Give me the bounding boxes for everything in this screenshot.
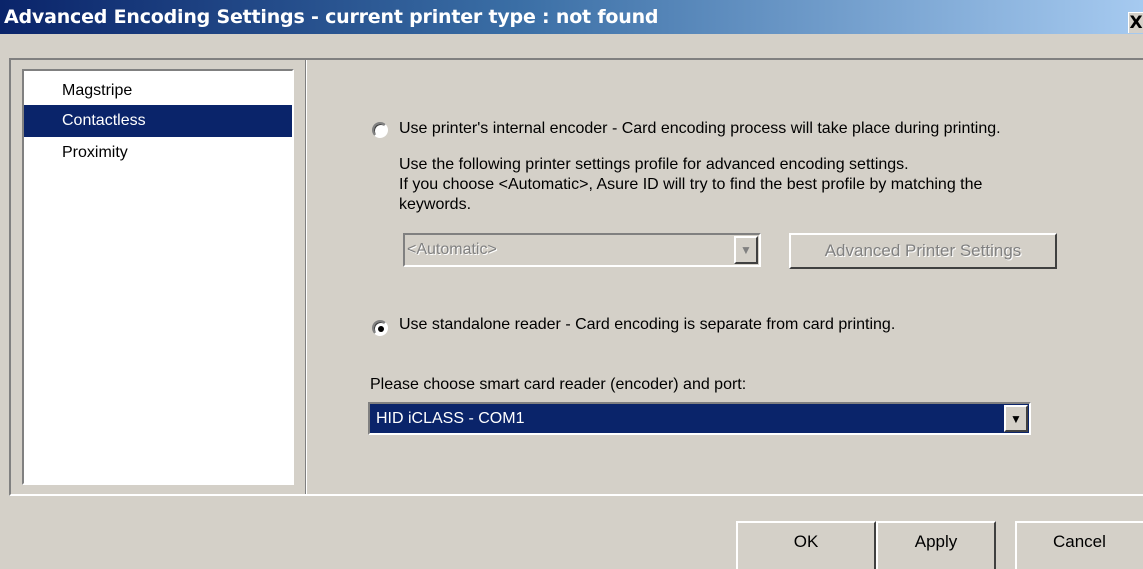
- cancel-button[interactable]: Cancel: [1015, 521, 1143, 569]
- window-title: Advanced Encoding Settings - current pri…: [4, 6, 659, 28]
- sidebar-item-magstripe[interactable]: Magstripe: [24, 75, 292, 107]
- printer-profile-value: <Automatic>: [407, 241, 497, 258]
- panel-divider: [305, 60, 307, 494]
- profile-description-line1: Use the following printer settings profi…: [399, 156, 909, 173]
- standalone-reader-label[interactable]: Use standalone reader - Card encoding is…: [399, 316, 895, 334]
- sidebar-item-label: Contactless: [62, 112, 146, 129]
- apply-button[interactable]: Apply: [876, 521, 996, 569]
- profile-description-line3: keywords.: [399, 196, 472, 213]
- close-icon: X: [1129, 13, 1143, 33]
- chevron-down-icon[interactable]: ▼: [1004, 405, 1028, 432]
- advanced-printer-settings-label: Advanced Printer Settings: [824, 241, 1022, 260]
- reader-prompt: Please choose smart card reader (encoder…: [370, 376, 747, 393]
- smart-card-reader-dropdown[interactable]: HID iCLASS - COM1 ▼: [368, 402, 1031, 435]
- radio-dot-icon: [378, 326, 384, 332]
- ok-label: OK: [793, 532, 819, 551]
- close-button[interactable]: X: [1128, 12, 1143, 33]
- sidebar-item-label: Magstripe: [62, 82, 133, 99]
- advanced-printer-settings-button[interactable]: Advanced Printer Settings: [789, 233, 1057, 269]
- chevron-down-icon[interactable]: ▼: [734, 236, 758, 264]
- printer-profile-dropdown[interactable]: <Automatic> ▼: [403, 233, 761, 267]
- profile-description-line2: If you choose <Automatic>, Asure ID will…: [399, 176, 983, 193]
- cancel-label: Cancel: [1053, 532, 1106, 551]
- apply-label: Apply: [914, 532, 958, 551]
- encoding-type-list[interactable]: Magstripe Contactless Proximity: [22, 69, 294, 485]
- internal-encoder-radio[interactable]: [372, 122, 388, 138]
- internal-encoder-label[interactable]: Use printer's internal encoder - Card en…: [399, 120, 1001, 138]
- standalone-reader-radio[interactable]: [372, 320, 388, 336]
- sidebar-item-proximity[interactable]: Proximity: [24, 137, 292, 169]
- ok-button[interactable]: OK: [736, 521, 876, 569]
- smart-card-reader-value: HID iCLASS - COM1: [376, 410, 525, 427]
- sidebar-item-label: Proximity: [62, 144, 128, 161]
- title-bar: Advanced Encoding Settings - current pri…: [0, 0, 1143, 34]
- sidebar-item-contactless[interactable]: Contactless: [24, 105, 292, 137]
